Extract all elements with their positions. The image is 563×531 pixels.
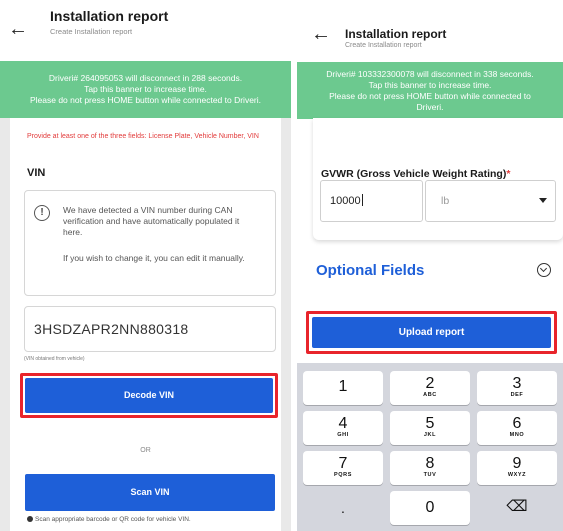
key-9[interactable]: 9 WXYZ xyxy=(477,451,557,485)
key-dot[interactable]: . xyxy=(303,497,383,525)
back-arrow-icon[interactable]: ← xyxy=(8,18,28,41)
key-number: 9 xyxy=(512,455,522,472)
gvwr-value: 10000 xyxy=(330,194,363,207)
banner-line: Driveri. xyxy=(416,101,444,112)
key-letters: TUV xyxy=(423,472,437,478)
gvwr-value-text: 10000 xyxy=(330,195,361,207)
key-number: 4 xyxy=(338,415,348,432)
gvwr-unit-value: lb xyxy=(441,195,450,207)
key-1[interactable]: 1 xyxy=(303,371,383,405)
key-letters: DEF xyxy=(510,392,524,398)
banner-line: Tap this banner to increase time. xyxy=(84,84,207,94)
key-number: 0 xyxy=(425,499,435,516)
notice-paragraph: We have detected a VIN number during CAN… xyxy=(63,205,240,237)
gvwr-label: GVWR (Gross Vehicle Weight Rating)* xyxy=(321,168,510,180)
key-6[interactable]: 6 MNO xyxy=(477,411,557,445)
page-subtitle: Create Installation report xyxy=(345,42,422,49)
key-number: 6 xyxy=(512,415,522,432)
optional-fields-title[interactable]: Optional Fields xyxy=(316,262,424,279)
required-fields-notice: Provide at least one of the three fields… xyxy=(27,133,259,140)
scan-hint: Scan appropriate barcode or QR code for … xyxy=(27,516,191,523)
page-subtitle: Create Installation report xyxy=(50,27,133,36)
scan-vin-button[interactable]: Scan VIN xyxy=(25,474,275,511)
or-separator: OR xyxy=(140,447,151,454)
page-title: Installation report xyxy=(50,8,169,24)
key-letters: JKL xyxy=(423,432,437,438)
chevron-down-icon[interactable] xyxy=(539,198,547,203)
key-number: 8 xyxy=(425,455,435,472)
key-letters: GHI xyxy=(337,432,349,438)
key-number: 1 xyxy=(338,378,348,395)
vin-label: VIN xyxy=(27,167,46,179)
app-header: ← Installation report Create Installatio… xyxy=(297,0,563,60)
upload-report-button[interactable]: Upload report xyxy=(312,317,551,348)
disconnect-banner[interactable]: Driveri# 103332300078 will disconnect in… xyxy=(297,62,563,119)
required-mark: * xyxy=(506,168,511,180)
key-2[interactable]: 2 ABC xyxy=(390,371,470,405)
banner-line: Please do not press HOME button while co… xyxy=(329,90,531,101)
key-number: 7 xyxy=(338,455,348,472)
chevron-down-circle-icon[interactable] xyxy=(537,263,551,277)
banner-line: Please do not press HOME button while co… xyxy=(29,95,262,105)
notice-paragraph: If you wish to change it, you can edit i… xyxy=(63,253,245,263)
decode-vin-button[interactable]: Decode VIN xyxy=(25,378,273,413)
vin-source-note: (VIN obtained from vehicle) xyxy=(24,356,85,362)
banner-line: Tap this banner to increase time. xyxy=(368,79,492,90)
key-number: 2 xyxy=(425,375,435,392)
info-icon: ! xyxy=(34,205,50,221)
numeric-keypad: 1 2 ABC 3 DEF 4 GHI 5 JKL 6 MNO 7 PQRS 8 TUV 9W… xyxy=(297,363,563,531)
disconnect-banner[interactable]: Driveri# 264095053 will disconnect in 28… xyxy=(0,61,291,118)
key-letters: WXYZ xyxy=(507,472,527,478)
vin-input-value: 3HSDZAPR2NN880318 xyxy=(34,321,189,337)
page-title: Installation report xyxy=(345,27,447,41)
gvwr-label-text: GVWR (Gross Vehicle Weight Rating) xyxy=(321,168,507,180)
backspace-icon[interactable]: ⌫ xyxy=(477,495,557,523)
key-8[interactable]: 8 TUV xyxy=(390,451,470,485)
key-3[interactable]: 3 DEF xyxy=(477,371,557,405)
key-number: 3 xyxy=(512,375,522,392)
key-letters: PQRS xyxy=(334,472,352,478)
scan-hint-text: Scan appropriate barcode or QR code for … xyxy=(35,516,191,523)
barcode-icon xyxy=(27,516,33,522)
app-header: ← Installation report Create Installatio… xyxy=(0,0,291,60)
banner-line: Driveri# 103332300078 will disconnect in… xyxy=(326,68,534,79)
key-5[interactable]: 5 JKL xyxy=(390,411,470,445)
key-4[interactable]: 4 GHI xyxy=(303,411,383,445)
key-7[interactable]: 7 PQRS xyxy=(303,451,383,485)
back-arrow-icon[interactable]: ← xyxy=(311,23,331,46)
key-letters: ABC xyxy=(423,392,437,398)
key-0[interactable]: 0 xyxy=(390,491,470,525)
key-letters: MNO xyxy=(509,432,525,438)
key-number: 5 xyxy=(425,415,435,432)
text-caret xyxy=(361,194,363,206)
banner-line: Driveri# 264095053 will disconnect in 28… xyxy=(48,73,243,83)
